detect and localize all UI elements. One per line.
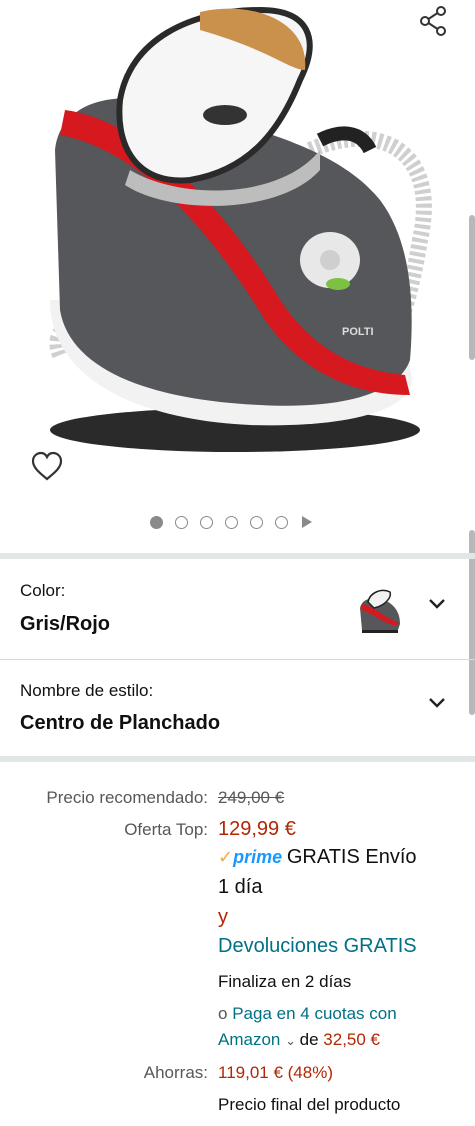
and-text: y: [218, 906, 228, 928]
carousel-dot[interactable]: [175, 515, 188, 529]
svg-text:POLTI: POLTI: [342, 326, 374, 338]
chevron-down-icon[interactable]: [428, 696, 446, 710]
deal-price-label: Oferta Top:: [124, 820, 208, 839]
style-selector[interactable]: Nombre de estilo: Centro de Planchado: [0, 660, 475, 756]
chevron-down-icon[interactable]: ⌄: [285, 1033, 300, 1048]
color-swatch-thumbnail[interactable]: [354, 586, 404, 636]
installments-link[interactable]: Paga en 4 cuotas con: [232, 1004, 396, 1023]
deal-ends-text: Finaliza en 2 días: [218, 972, 352, 991]
savings-label: Ahorras:: [143, 1063, 208, 1082]
carousel-dot[interactable]: [275, 515, 288, 529]
returns-link[interactable]: Devoluciones GRATIS: [218, 935, 417, 958]
delivery-text-2: 1 día: [218, 876, 263, 898]
share-icon[interactable]: [416, 4, 450, 38]
delivery-text: GRATIS Envío: [286, 846, 417, 868]
color-label: Color:: [20, 581, 66, 600]
prime-logo: ✓prime: [218, 847, 283, 867]
product-image[interactable]: POLTI: [20, 0, 460, 460]
deal-price: 129,99 €: [218, 818, 296, 840]
style-value: Centro de Planchado: [20, 712, 221, 734]
chevron-down-icon[interactable]: [428, 597, 446, 611]
carousel-dot[interactable]: [225, 515, 238, 529]
installments-amount: 32,50 €: [323, 1030, 381, 1049]
final-price-note: Precio final del producto: [218, 1095, 401, 1114]
scrollbar[interactable]: [469, 215, 475, 360]
carousel-dot[interactable]: [150, 515, 163, 529]
color-value: Gris/Rojo: [20, 613, 111, 635]
list-price: 249,00 €: [218, 788, 285, 807]
prime-delivery[interactable]: ✓prime GRATIS Envío: [218, 846, 417, 869]
product-image-gallery[interactable]: POLTI: [0, 0, 475, 553]
video-play-icon[interactable]: [302, 516, 312, 528]
carousel-dot[interactable]: [200, 515, 213, 529]
carousel-dot[interactable]: [250, 515, 263, 529]
style-label: Nombre de estilo:: [20, 681, 154, 700]
heart-icon[interactable]: [30, 450, 64, 484]
installments-line-1[interactable]: o Paga en 4 cuotas con: [218, 1004, 397, 1024]
installments-link-2[interactable]: Amazon: [218, 1030, 280, 1049]
installments-line-2[interactable]: Amazon ⌄ de 32,50 €: [218, 1030, 380, 1050]
savings-value: 119,01 € (48%): [218, 1063, 333, 1082]
list-price-label: Precio recomendado:: [46, 788, 208, 807]
installments-prefix: o: [218, 1004, 228, 1023]
section-divider: [0, 756, 475, 762]
installments-de: de: [299, 1030, 319, 1049]
carousel-indicator[interactable]: [150, 513, 312, 531]
